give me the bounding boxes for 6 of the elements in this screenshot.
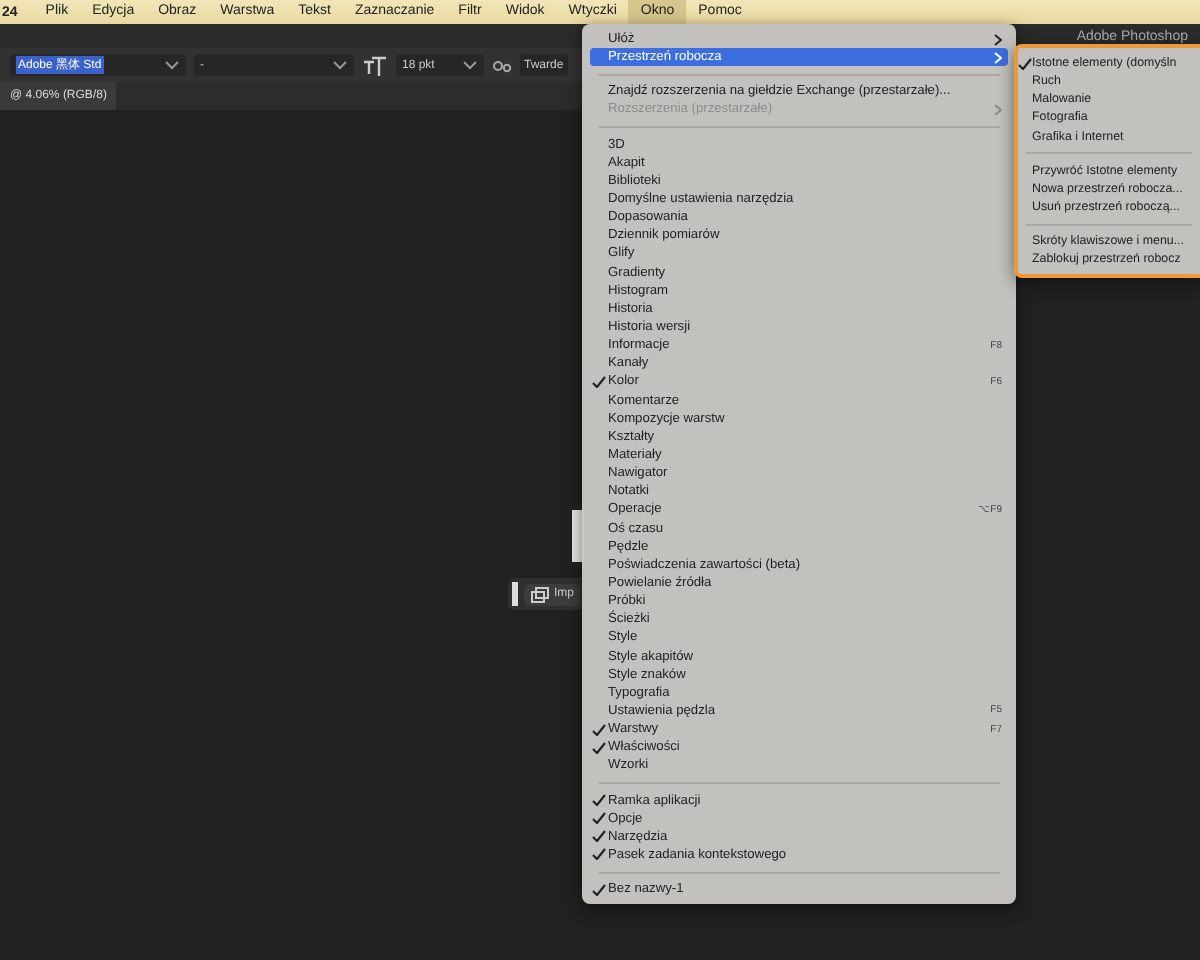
caret-icon xyxy=(462,60,478,70)
font-size-icon xyxy=(362,53,388,77)
caret-icon xyxy=(332,60,348,70)
images-icon xyxy=(530,585,550,603)
drag-handle[interactable] xyxy=(512,582,518,606)
caret-icon xyxy=(164,60,180,70)
